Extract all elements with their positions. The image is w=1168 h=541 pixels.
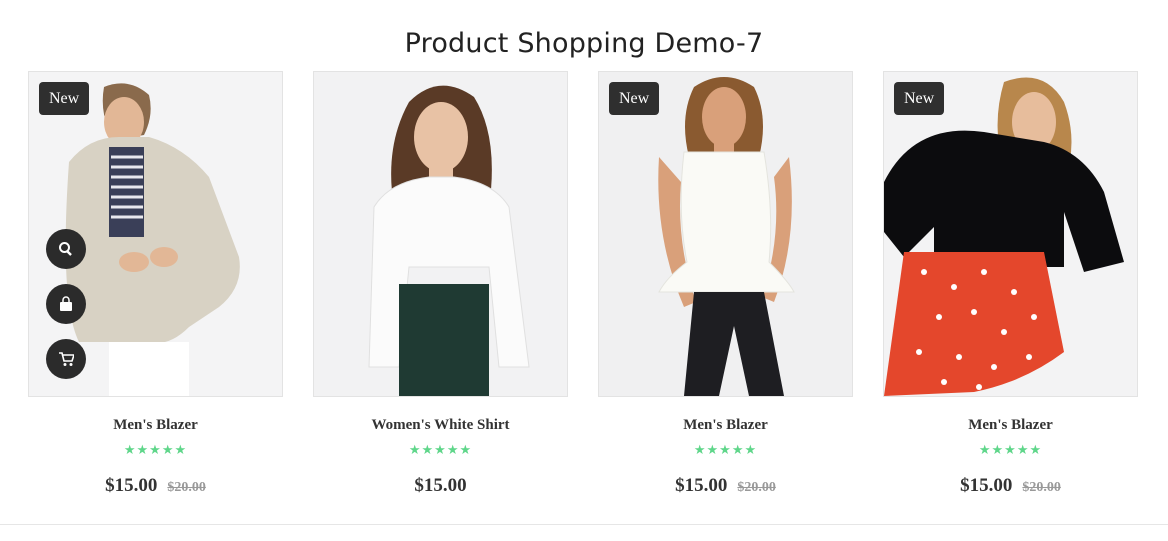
- product-card[interactable]: New Men's Blazer ★★★★★ $15.00 $20.00: [883, 71, 1138, 496]
- add-to-cart-button[interactable]: [46, 339, 86, 379]
- product-price: $15.00 $20.00: [598, 475, 853, 497]
- shopping-cart-icon: [59, 352, 74, 366]
- product-card[interactable]: New Men's Blazer ★★★★★ $15.00 $20.00: [598, 71, 853, 496]
- current-price: $15.00: [960, 475, 1013, 496]
- new-badge: New: [609, 82, 660, 115]
- quick-view-button[interactable]: [46, 229, 86, 269]
- product-photo-white-shirt: [314, 72, 567, 396]
- product-name[interactable]: Women's White Shirt: [313, 417, 568, 434]
- quick-actions: [46, 229, 86, 394]
- product-photo-white-top: [599, 72, 852, 396]
- product-price: $15.00 $20.00: [883, 475, 1138, 497]
- old-price: $20.00: [737, 480, 776, 495]
- rating-stars: ★★★★★: [978, 443, 1043, 458]
- rating-stars: ★★★★★: [408, 443, 473, 458]
- shopping-bag-icon: [60, 296, 72, 311]
- current-price: $15.00: [414, 475, 467, 496]
- product-name[interactable]: Men's Blazer: [883, 417, 1138, 434]
- product-image[interactable]: New: [883, 71, 1138, 397]
- product-price: $15.00: [313, 475, 568, 497]
- new-badge: New: [894, 82, 945, 115]
- new-badge: New: [39, 82, 90, 115]
- product-price: $15.00 $20.00: [28, 475, 283, 497]
- product-name[interactable]: Men's Blazer: [598, 417, 853, 434]
- product-card[interactable]: New Men's Blazer ★★★★★ $15.00 $20.00: [28, 71, 283, 496]
- product-photo-floral-skirt: [884, 72, 1137, 396]
- add-to-bag-button[interactable]: [46, 284, 86, 324]
- footer-divider: [0, 524, 1168, 525]
- old-price: $20.00: [167, 480, 206, 495]
- product-image[interactable]: [313, 71, 568, 397]
- product-image[interactable]: New: [28, 71, 283, 397]
- current-price: $15.00: [675, 475, 728, 496]
- product-image[interactable]: New: [598, 71, 853, 397]
- product-grid: New Men's Blazer ★★★★★ $15.00 $20.00 Wom…: [0, 0, 1168, 541]
- rating-stars: ★★★★★: [693, 443, 758, 458]
- search-icon: [59, 242, 72, 256]
- product-name[interactable]: Men's Blazer: [28, 417, 283, 434]
- rating-stars: ★★★★★: [123, 443, 188, 458]
- product-card[interactable]: Women's White Shirt ★★★★★ $15.00: [313, 71, 568, 496]
- current-price: $15.00: [105, 475, 158, 496]
- old-price: $20.00: [1022, 480, 1061, 495]
